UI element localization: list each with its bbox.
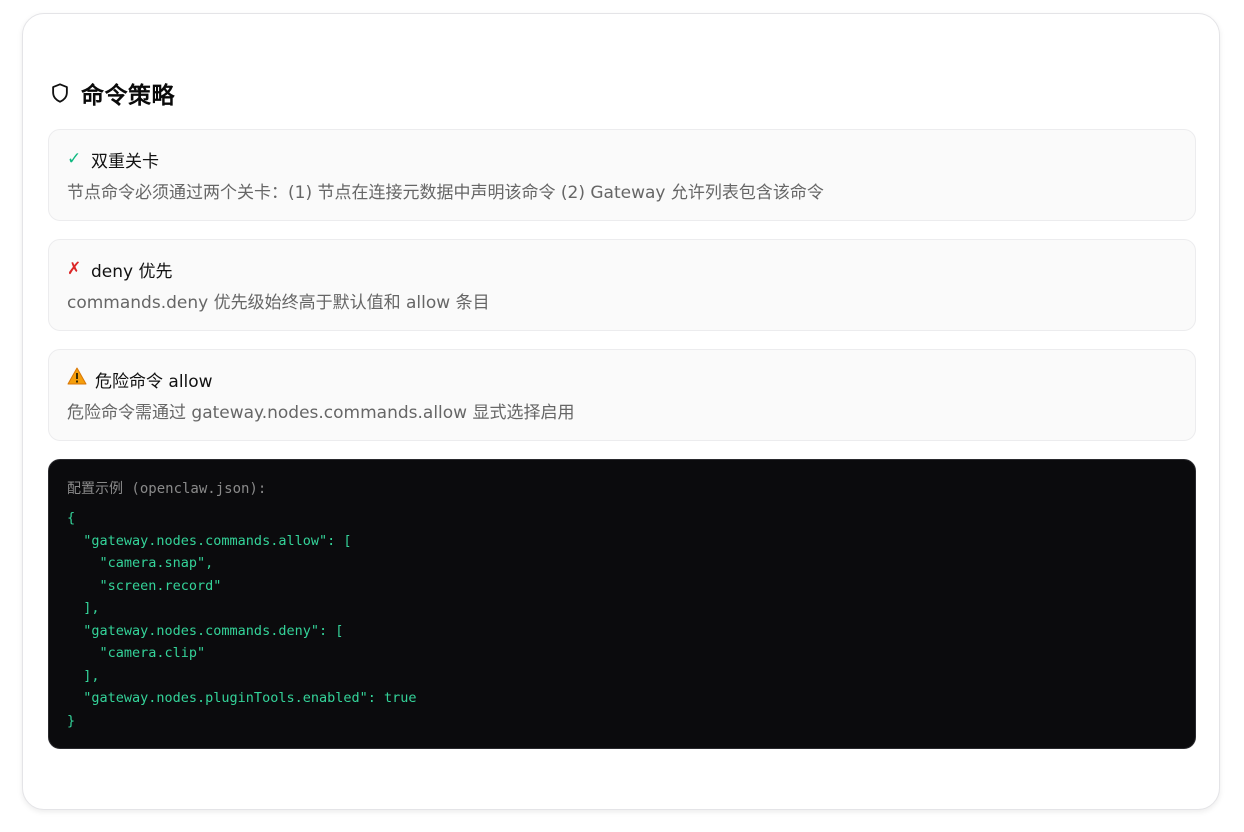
section-title: 命令策略 xyxy=(81,83,175,109)
shield-icon xyxy=(49,82,71,104)
rule-title: deny 优先 xyxy=(91,261,173,282)
rule-description: 节点命令必须通过两个关卡：(1) 节点在连接元数据中声明该命令 (2) Gate… xyxy=(67,183,824,203)
config-code-block: 配置示例 (openclaw.json): { "gateway.nodes.c… xyxy=(48,459,1196,749)
rule-card-deny-first: ✗ deny 优先 commands.deny 优先级始终高于默认值和 allo… xyxy=(48,239,1196,331)
code-line: "gateway.nodes.commands.deny": [ xyxy=(67,622,344,639)
warning-icon xyxy=(67,367,89,391)
code-line: "gateway.nodes.pluginTools.enabled": tru… xyxy=(67,690,417,706)
command-policy-card: 命令策略 ✓ 双重关卡 节点命令必须通过两个关卡：(1) 节点在连接元数据中声明… xyxy=(22,13,1220,810)
code-lines: { "gateway.nodes.commands.allow": [ "cam… xyxy=(67,507,1177,732)
code-line: "camera.clip" xyxy=(67,645,206,661)
code-line: "gateway.nodes.commands.allow": [ xyxy=(67,532,352,549)
code-caption: 配置示例 (openclaw.json): xyxy=(67,481,267,497)
rule-title: 双重关卡 xyxy=(91,151,159,172)
rule-title: 危险命令 allow xyxy=(95,371,213,392)
rule-card-dangerous-allow: 危险命令 allow 危险命令需通过 gateway.nodes.command… xyxy=(48,349,1196,441)
rule-description: commands.deny 优先级始终高于默认值和 allow 条目 xyxy=(67,293,490,313)
code-line: "camera.snap", xyxy=(67,555,214,571)
check-icon: ✓ xyxy=(67,149,82,169)
code-line: ], xyxy=(67,667,100,684)
section-header: 命令策略 xyxy=(49,78,175,109)
code-line: } xyxy=(67,712,76,729)
rule-card-dual-gate: ✓ 双重关卡 节点命令必须通过两个关卡：(1) 节点在连接元数据中声明该命令 (… xyxy=(48,129,1196,221)
rule-description: 危险命令需通过 gateway.nodes.commands.allow 显式选… xyxy=(67,403,575,423)
cross-icon: ✗ xyxy=(67,259,82,279)
code-line: { xyxy=(67,510,76,526)
code-line: "screen.record" xyxy=(67,577,222,594)
code-line: ], xyxy=(67,600,100,616)
